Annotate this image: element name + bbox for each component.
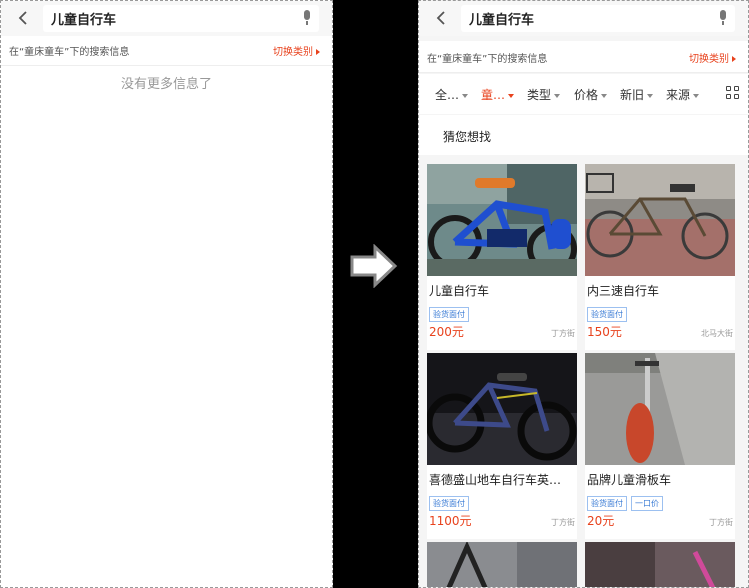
product-image-partial — [427, 542, 577, 587]
switch-category-label: 切换类别 — [273, 47, 313, 58]
product-tag: 验货面付 — [429, 496, 469, 511]
category-hint-bar: 在“童床童车”下的搜索信息 切换类别 — [1, 36, 332, 66]
microphone-icon[interactable] — [717, 10, 729, 26]
microphone-icon[interactable] — [301, 10, 313, 26]
product-card[interactable]: 内三速自行车 验货面付 150元 北马大街 — [585, 164, 735, 350]
product-title: 喜德盛山地车自行车英… — [429, 473, 562, 487]
category-hint-text: 在“童床童车”下的搜索信息 — [427, 54, 548, 65]
dropdown-icon — [554, 93, 561, 98]
product-title: 品牌儿童滑板车 — [587, 473, 672, 487]
filter-label: 价格 — [574, 88, 599, 102]
product-tag: 验货面付 — [429, 307, 469, 322]
right-screen: 儿童自行车 在“童床童车”下的搜索信息 切换类别 全… 童… 类型 价格 新旧 … — [418, 0, 749, 588]
empty-message: 没有更多信息了 — [120, 77, 212, 92]
product-image-mountain-bike — [427, 353, 577, 465]
filter-label: 新旧 — [620, 88, 645, 102]
filter-bar: 全… 童… 类型 价格 新旧 来源 — [419, 74, 748, 114]
grid-view-icon[interactable] — [726, 86, 740, 100]
product-tags: 验货面付 一口价 — [587, 491, 667, 511]
product-card[interactable]: 品牌儿童滑板车 验货面付 一口价 20元 丁方街 — [585, 353, 735, 539]
search-bar: 儿童自行车 — [419, 1, 748, 36]
left-screen: 儿童自行车 在“童床童车”下的搜索信息 切换类别 没有更多信息了 — [0, 0, 333, 588]
switch-category-button[interactable]: 切换类别 — [689, 50, 736, 65]
transition-arrow-icon — [350, 243, 398, 289]
filter-label: 类型 — [527, 88, 552, 102]
product-tags: 验货面付 — [429, 302, 473, 322]
product-title: 内三速自行车 — [587, 284, 660, 298]
search-query: 儿童自行车 — [51, 13, 117, 28]
filter-condition[interactable]: 新旧 — [620, 86, 654, 103]
product-image-partial — [585, 542, 735, 587]
dropdown-icon — [462, 93, 469, 98]
triangle-right-icon — [732, 56, 736, 62]
product-card-partial[interactable] — [427, 542, 577, 587]
product-price: 20元 — [587, 514, 615, 528]
filter-label: 全… — [435, 88, 460, 102]
product-price: 150元 — [587, 325, 622, 339]
back-arrow-icon[interactable] — [431, 7, 453, 29]
product-card[interactable]: 儿童自行车 验货面付 200元 丁方街 — [427, 164, 577, 350]
product-location: 丁方街 — [709, 518, 733, 527]
back-arrow-icon[interactable] — [13, 7, 35, 29]
category-hint-bar: 在“童床童车”下的搜索信息 切换类别 — [419, 41, 748, 73]
product-tag: 一口价 — [631, 496, 663, 511]
dropdown-icon — [693, 93, 700, 98]
filter-label: 童… — [481, 88, 506, 102]
dropdown-icon — [508, 93, 515, 98]
switch-category-label: 切换类别 — [689, 54, 729, 65]
dropdown-icon — [647, 93, 654, 98]
product-title: 儿童自行车 — [429, 284, 490, 298]
product-tag: 验货面付 — [587, 307, 627, 322]
search-input[interactable]: 儿童自行车 — [461, 5, 735, 32]
product-location: 丁方街 — [551, 329, 575, 338]
product-location: 丁方街 — [551, 518, 575, 527]
product-tags: 验货面付 — [587, 302, 631, 322]
guess-label: 猜您想找 — [443, 130, 492, 144]
triangle-right-icon — [316, 49, 320, 55]
filter-category[interactable]: 童… — [481, 86, 515, 103]
product-location: 北马大街 — [701, 329, 733, 338]
search-bar: 儿童自行车 — [1, 1, 332, 36]
category-hint-text: 在“童床童车”下的搜索信息 — [9, 47, 130, 58]
search-input[interactable]: 儿童自行车 — [43, 5, 319, 32]
filter-source[interactable]: 来源 — [666, 86, 700, 103]
filter-label: 来源 — [666, 88, 691, 102]
product-tags: 验货面付 — [429, 491, 473, 511]
dropdown-icon — [601, 93, 608, 98]
filter-type[interactable]: 类型 — [527, 86, 561, 103]
search-query: 儿童自行车 — [469, 13, 535, 28]
product-image-scooter — [585, 353, 735, 465]
product-price: 200元 — [429, 325, 464, 339]
filter-price[interactable]: 价格 — [574, 86, 608, 103]
product-card[interactable]: 喜德盛山地车自行车英… 验货面付 1100元 丁方街 — [427, 353, 577, 539]
product-price: 1100元 — [429, 514, 472, 528]
filter-all[interactable]: 全… — [435, 86, 469, 103]
product-image-city-bike — [585, 164, 735, 276]
product-image-blue-kids-bike — [427, 164, 577, 276]
product-card-partial[interactable] — [585, 542, 735, 587]
guess-section: 猜您想找 — [419, 115, 748, 155]
switch-category-button[interactable]: 切换类别 — [273, 43, 320, 58]
product-tag: 验货面付 — [587, 496, 627, 511]
